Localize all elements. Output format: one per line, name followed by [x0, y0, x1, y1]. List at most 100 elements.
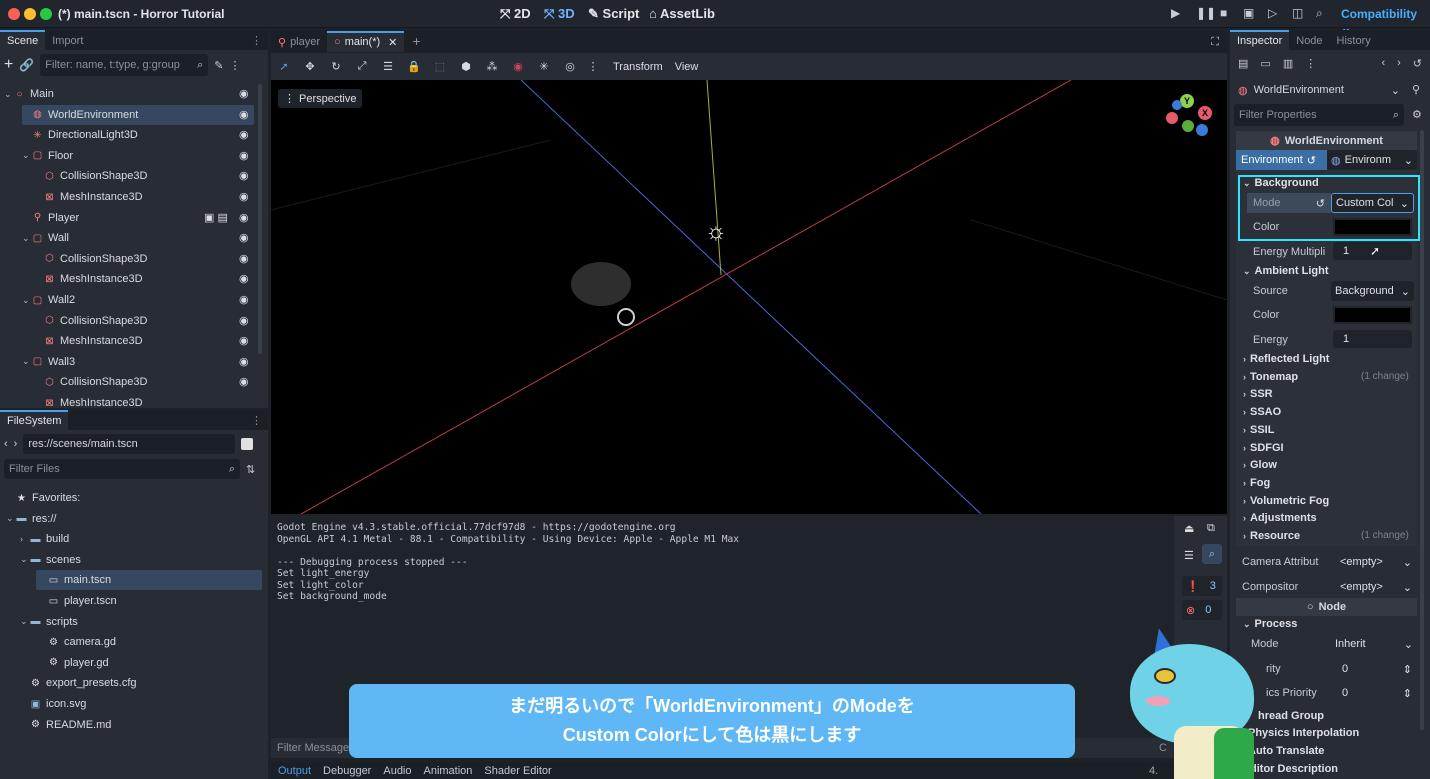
file-tree-item[interactable]: ⚙ export_presets.cfg: [18, 673, 136, 693]
play-scene-icon[interactable]: ▷: [1268, 6, 1277, 20]
visibility-eye-icon[interactable]: ◉: [239, 334, 249, 347]
copy-output-icon[interactable]: ⧉: [1207, 522, 1215, 535]
tab-filesystem[interactable]: FileSystem: [0, 410, 69, 430]
chevron-icon[interactable]: ⌄: [20, 616, 30, 627]
filter-properties-input[interactable]: Filter Properties ⌕: [1234, 104, 1404, 126]
forward-icon[interactable]: ›: [1397, 57, 1401, 69]
select-tool-icon[interactable]: ➚: [271, 60, 297, 73]
file-tree-item[interactable]: ▭ main.tscn: [36, 570, 262, 591]
background-mode-select[interactable]: Custom Col ⌄: [1331, 193, 1414, 213]
view-gizmo[interactable]: Y X: [1164, 94, 1214, 140]
scene-tree-node[interactable]: ⌄ ○ Main: [4, 84, 254, 104]
more-icon[interactable]: ⋮: [230, 59, 241, 72]
error-filter-button[interactable]: ⊗ 0: [1182, 600, 1222, 620]
neg-y-axis-handle[interactable]: [1182, 120, 1194, 132]
tab-main[interactable]: ○ main(*) ✕: [327, 31, 405, 52]
instance-icons[interactable]: ▣ ▤: [204, 211, 228, 224]
filter-messages-input[interactable]: Filter Messages: [277, 742, 355, 754]
inspector-section[interactable]: › Adjustments: [1243, 512, 1317, 524]
history-icon[interactable]: ↺: [1413, 57, 1422, 70]
chevron-down-icon[interactable]: ⌄: [22, 356, 32, 367]
save-icon[interactable]: ▥: [1283, 57, 1293, 70]
physics-interpolation-section[interactable]: Physics Interpolation: [1248, 727, 1359, 739]
visibility-eye-icon[interactable]: ◉: [239, 293, 249, 306]
file-tree-item[interactable]: ▭ player.tscn: [36, 591, 117, 611]
rotate-tool-icon[interactable]: ↻: [323, 60, 349, 73]
scene-tree-node[interactable]: ⌄ ▢ Wall3: [22, 352, 254, 372]
back-icon[interactable]: ‹: [4, 438, 8, 450]
tab-history[interactable]: History: [1330, 32, 1378, 50]
chevron-icon[interactable]: ›: [20, 534, 30, 544]
chevron-down-icon[interactable]: ⌄: [4, 89, 14, 100]
add-node-icon[interactable]: +: [4, 56, 13, 74]
movie-maker-icon[interactable]: ⌕: [1316, 6, 1323, 21]
auto-translate-section[interactable]: Auto Translate: [1248, 745, 1324, 757]
search-icon[interactable]: ⌕: [1202, 544, 1222, 564]
view-menu[interactable]: View: [675, 61, 699, 73]
y-axis-handle[interactable]: Y: [1180, 94, 1194, 108]
file-tree-item[interactable]: ⌄ ▬ scenes: [18, 550, 81, 570]
workspace-script-button[interactable]: ✎ Script: [588, 6, 639, 22]
compositor-picker[interactable]: <empty> ⌄: [1336, 577, 1416, 597]
dock-menu-icon[interactable]: ⋮: [245, 411, 268, 430]
scene-tree-node[interactable]: ⊠ MeshInstance3D: [22, 269, 254, 289]
object-tools-icon[interactable]: ⚲: [1412, 83, 1420, 96]
stop-icon[interactable]: ■: [1220, 6, 1227, 20]
tab-shader-editor[interactable]: Shader Editor: [484, 765, 551, 777]
tab-node[interactable]: Node: [1289, 32, 1329, 50]
neg-x-axis-handle[interactable]: [1166, 112, 1178, 124]
play-custom-icon[interactable]: ◫: [1292, 6, 1303, 20]
pause-icon[interactable]: ❚❚: [1196, 6, 1216, 20]
revert-icon[interactable]: ↺: [1307, 154, 1316, 167]
lock-icon[interactable]: 🔒: [401, 60, 427, 73]
tab-output[interactable]: Output: [278, 765, 311, 777]
chevron-icon[interactable]: ⌄: [6, 513, 16, 524]
visibility-eye-icon[interactable]: ◉: [239, 231, 249, 244]
file-tree-item[interactable]: ⌄ ▬ scripts: [18, 612, 78, 632]
z-axis-handle[interactable]: [1172, 100, 1182, 110]
more-icon[interactable]: ⋮: [1305, 57, 1316, 70]
scrollbar[interactable]: [258, 84, 262, 354]
inspector-section[interactable]: › Fog: [1243, 477, 1270, 489]
scene-tree-node[interactable]: ⊠ MeshInstance3D: [22, 393, 254, 406]
scene-filter-input[interactable]: Filter: name, t:type, g:group ⌕: [40, 54, 209, 76]
inspector-section[interactable]: › Resource: [1243, 530, 1300, 542]
tab-debugger[interactable]: Debugger: [323, 765, 371, 777]
more-icon[interactable]: ⋮: [583, 60, 603, 73]
open-folder-icon[interactable]: ▭: [1260, 57, 1270, 70]
audio-listener-icon[interactable]: ◉: [505, 60, 531, 73]
file-tree-item[interactable]: › ▬ build: [18, 529, 69, 549]
visibility-eye-icon[interactable]: ◉: [239, 169, 249, 182]
tab-animation[interactable]: Animation: [424, 765, 473, 777]
scene-tree-node[interactable]: ⊠ MeshInstance3D: [22, 187, 254, 207]
file-tree-item[interactable]: ⚙ player.gd: [36, 653, 109, 673]
distraction-free-icon[interactable]: ⛶: [1203, 33, 1227, 52]
remote-debug-icon[interactable]: ▣: [1243, 6, 1254, 20]
move-tool-icon[interactable]: ✥: [297, 60, 323, 73]
play-icon[interactable]: ▶: [1171, 6, 1180, 20]
collapse-icon[interactable]: ☰: [1184, 549, 1194, 562]
list-select-icon[interactable]: ☰: [375, 60, 401, 73]
camera-gizmo[interactable]: [617, 308, 635, 326]
inspector-section[interactable]: › SSAO: [1243, 406, 1281, 418]
dock-menu-icon[interactable]: ⋮: [245, 31, 268, 50]
inspector-section[interactable]: › SSR: [1243, 388, 1273, 400]
maximize-window-button[interactable]: [40, 8, 52, 20]
ambient-color-picker[interactable]: [1333, 306, 1412, 324]
inspector-section[interactable]: › SDFGI: [1243, 442, 1284, 454]
visibility-eye-icon[interactable]: ◉: [239, 272, 249, 285]
process-priority-spinbox[interactable]: 0 ⇕: [1338, 659, 1416, 679]
tab-audio[interactable]: Audio: [383, 765, 411, 777]
scene-tree-node[interactable]: ⌄ ▢ Floor: [22, 146, 254, 166]
chevron-down-icon[interactable]: ⌄: [22, 233, 32, 244]
inspector-section[interactable]: › SSIL: [1243, 424, 1274, 436]
visibility-eye-icon[interactable]: ◉: [239, 108, 249, 121]
snap-icon[interactable]: ⁂: [479, 60, 505, 73]
close-window-button[interactable]: [8, 8, 20, 20]
tab-import[interactable]: Import: [45, 32, 90, 50]
new-resource-icon[interactable]: ▤: [1238, 57, 1248, 70]
scene-tree-node[interactable]: ⊠ MeshInstance3D: [22, 331, 254, 351]
environment-preview-icon[interactable]: ◎: [557, 60, 583, 73]
scene-tree-node[interactable]: ⬡ CollisionShape3D: [22, 372, 254, 392]
visibility-eye-icon[interactable]: ◉: [239, 314, 249, 327]
